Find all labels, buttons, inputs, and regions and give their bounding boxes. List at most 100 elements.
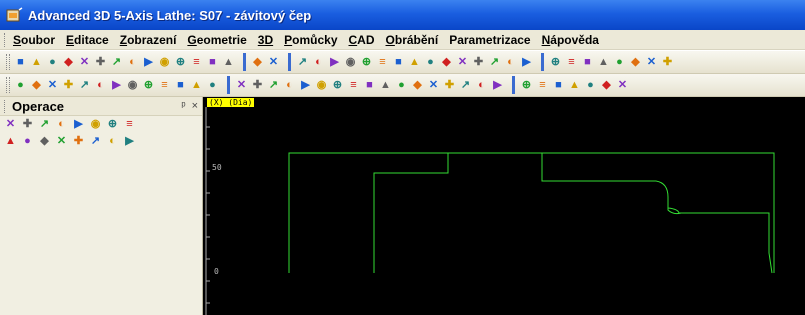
mirror-icon[interactable]: ≡ <box>376 56 389 69</box>
solid-icon[interactable]: ▲ <box>190 79 203 92</box>
tool-e-icon[interactable]: ● <box>613 56 626 69</box>
orbit-icon[interactable]: ■ <box>174 79 187 92</box>
menu-item[interactable]: 3D <box>258 33 273 47</box>
check-icon[interactable]: ◆ <box>62 56 75 69</box>
view-icon[interactable]: ◐ <box>94 79 107 92</box>
lathe-j-icon[interactable]: ✚ <box>443 79 456 92</box>
report-icon[interactable]: ≡ <box>123 118 136 131</box>
tool-d-icon[interactable]: ▲ <box>597 56 610 69</box>
extend-icon[interactable]: ◉ <box>344 56 357 69</box>
lathe-l-icon[interactable]: ◐ <box>475 79 488 92</box>
save-icon[interactable]: ● <box>46 56 59 69</box>
ellipse-icon[interactable]: ◉ <box>158 56 171 69</box>
pin-icon[interactable]: ᵖ <box>181 100 185 112</box>
corner-icon[interactable]: ✚ <box>472 56 485 69</box>
lathe-k-icon[interactable]: ↗ <box>459 79 472 92</box>
menu-item[interactable]: Pomůcky <box>284 33 337 47</box>
lathe-e-icon[interactable]: ■ <box>363 79 376 92</box>
dot-icon[interactable]: ↗ <box>89 135 102 148</box>
insert-icon[interactable]: ▶ <box>123 135 136 148</box>
star-icon[interactable]: ✚ <box>72 135 85 148</box>
menu-item[interactable]: Editace <box>66 33 109 47</box>
number-icon[interactable]: ↗ <box>38 118 51 131</box>
arc-yellow-icon[interactable]: ■ <box>206 56 219 69</box>
toolbar-chevron-icon[interactable] <box>539 53 546 71</box>
up-arrow-icon[interactable]: ▶ <box>72 118 85 131</box>
lathe-g-icon[interactable]: ● <box>395 79 408 92</box>
mark-b-icon[interactable]: ≡ <box>536 79 549 92</box>
layers-icon[interactable]: ● <box>206 79 219 92</box>
lathe-m-icon[interactable]: ▶ <box>491 79 504 92</box>
tree-icon[interactable]: ✕ <box>4 118 17 131</box>
circle-minus-icon[interactable]: ✚ <box>94 56 107 69</box>
lathe-a-icon[interactable]: ▶ <box>299 79 312 92</box>
down-arrow-icon[interactable]: ◉ <box>89 118 102 131</box>
3d-icon[interactable]: ⊕ <box>142 79 155 92</box>
lathe-d-icon[interactable]: ≡ <box>347 79 360 92</box>
delete-icon[interactable]: ◐ <box>312 56 325 69</box>
menu-item[interactable]: Nápověda <box>542 33 599 47</box>
tool-f-icon[interactable]: ◆ <box>629 56 642 69</box>
mark-g-icon[interactable]: ✕ <box>616 79 629 92</box>
toolbar-chevron-icon[interactable] <box>510 76 517 94</box>
rotate-icon[interactable]: ≡ <box>158 79 171 92</box>
arc-icon[interactable]: ✕ <box>78 56 91 69</box>
point-icon[interactable]: ✕ <box>235 79 248 92</box>
toolbar-chevron-icon[interactable] <box>241 53 248 71</box>
lock-icon[interactable]: ◆ <box>38 135 51 148</box>
menu-grip[interactable] <box>4 32 7 47</box>
mark-f-icon[interactable]: ◆ <box>600 79 613 92</box>
close-panel-button[interactable]: × <box>192 100 198 112</box>
step-icon[interactable]: ▶ <box>110 79 123 92</box>
mark-c-icon[interactable]: ■ <box>552 79 565 92</box>
new-file-icon[interactable]: ■ <box>14 56 27 69</box>
tool-c-icon[interactable]: ■ <box>581 56 594 69</box>
lathe-c-icon[interactable]: ⊕ <box>331 79 344 92</box>
trim-icon[interactable]: ▶ <box>328 56 341 69</box>
tool-h-icon[interactable]: ✚ <box>661 56 674 69</box>
bars-icon[interactable]: ◐ <box>504 56 517 69</box>
lathe-b-icon[interactable]: ◉ <box>315 79 328 92</box>
zoom-window-icon[interactable]: ✚ <box>62 79 75 92</box>
menu-item[interactable]: Geometrie <box>187 33 246 47</box>
mark-e-icon[interactable]: ● <box>584 79 597 92</box>
arrow-icon[interactable]: ▲ <box>222 56 235 69</box>
menu-item[interactable]: Zobrazení <box>120 33 177 47</box>
zoom-in-icon[interactable]: ◆ <box>30 79 43 92</box>
pan-icon[interactable]: ↗ <box>78 79 91 92</box>
menu-item[interactable]: Soubor <box>13 33 55 47</box>
tool-icon[interactable]: ◐ <box>55 118 68 131</box>
lathe-i-icon[interactable]: ✕ <box>427 79 440 92</box>
delete-op-icon[interactable]: ▲ <box>4 135 17 148</box>
line-end-icon[interactable]: ✕ <box>456 56 469 69</box>
list-icon[interactable]: ✚ <box>21 118 34 131</box>
undo-icon[interactable]: ↗ <box>296 56 309 69</box>
line-h-icon[interactable]: ● <box>424 56 437 69</box>
zoom-icon[interactable]: ● <box>14 79 27 92</box>
app-icon[interactable] <box>6 6 23 24</box>
lathe-f-icon[interactable]: ▲ <box>379 79 392 92</box>
menu-item[interactable]: CAD <box>349 33 375 47</box>
chamfer-icon[interactable]: ▲ <box>408 56 421 69</box>
circle-icon[interactable]: ▶ <box>142 56 155 69</box>
zoom-out-icon[interactable]: ✕ <box>46 79 59 92</box>
menu-item[interactable]: Obrábění <box>386 33 439 47</box>
mark-a-icon[interactable]: ⊕ <box>520 79 533 92</box>
grid-icon[interactable]: ◐ <box>283 79 296 92</box>
toolbar-chevron-icon[interactable] <box>286 53 293 71</box>
node-icon[interactable]: ✚ <box>251 79 264 92</box>
curve-icon[interactable]: ◐ <box>126 56 139 69</box>
slope-icon[interactable]: ↗ <box>488 56 501 69</box>
shade-icon[interactable]: ◉ <box>126 79 139 92</box>
toolbar-grip[interactable] <box>6 54 10 70</box>
menu-item[interactable]: Parametrizace <box>449 33 530 47</box>
stop-icon[interactable]: ✕ <box>55 135 68 148</box>
tools-icon[interactable]: ▶ <box>520 56 533 69</box>
toolbar-grip[interactable] <box>6 77 10 93</box>
target-icon[interactable]: ≡ <box>190 56 203 69</box>
drawing-canvas[interactable]: (X) (Dia) 50 0 <box>203 97 805 315</box>
spline-icon[interactable]: ⊕ <box>174 56 187 69</box>
lathe-h-icon[interactable]: ◆ <box>411 79 424 92</box>
tool-a-icon[interactable]: ⊕ <box>549 56 562 69</box>
tool-b-icon[interactable]: ≡ <box>565 56 578 69</box>
